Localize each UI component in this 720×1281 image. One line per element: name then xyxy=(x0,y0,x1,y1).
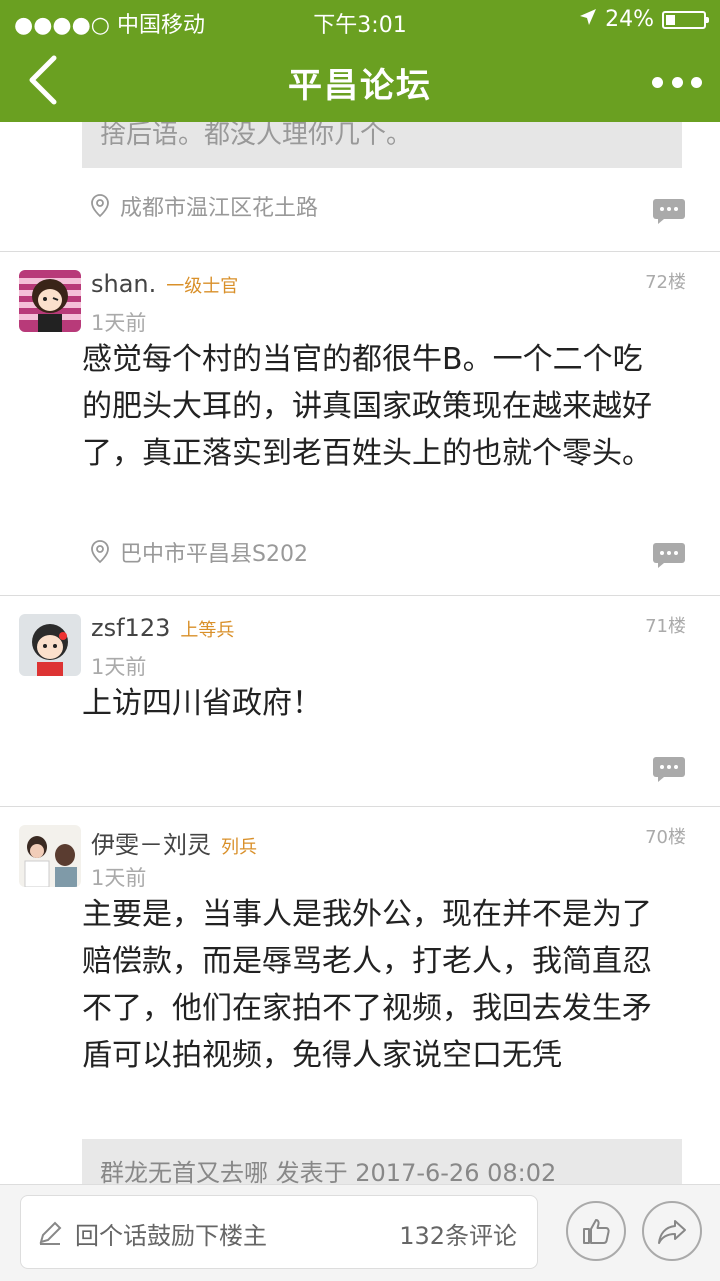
location-pin-icon xyxy=(91,194,109,218)
location-text: 巴中市平昌县S202 xyxy=(120,542,308,567)
username-text: 伊雯－刘灵 xyxy=(91,831,211,859)
more-menu-button[interactable] xyxy=(652,64,702,100)
rank-badge: 列兵 xyxy=(221,837,257,858)
bottom-bar: 回个话鼓励下楼主 132条评论 xyxy=(0,1184,720,1281)
post-time: 1天前 xyxy=(91,311,147,335)
comment-icon[interactable] xyxy=(652,756,686,782)
quoted-reply: 群龙无首又去哪 发表于 2017-6-26 08:02 xyxy=(82,1139,682,1184)
post-text: 上访四川省政府！ xyxy=(82,686,322,721)
post-location: 巴中市平昌县S202 xyxy=(90,536,308,568)
location-text: 成都市温江区花土路 xyxy=(120,196,319,221)
location-pin-icon xyxy=(91,540,109,564)
floor-number: 72楼 xyxy=(645,272,686,293)
page-title: 平昌论坛 xyxy=(288,66,432,106)
thumbs-up-icon xyxy=(583,1219,610,1244)
comment-icon[interactable] xyxy=(652,542,686,568)
more-dot-icon xyxy=(671,76,683,88)
status-right: 24% xyxy=(579,7,709,32)
share-button[interactable] xyxy=(642,1201,702,1261)
post-floor-71: zsf123 上等兵 1天前 71楼 上访四川省政府！ xyxy=(0,596,720,806)
avatar[interactable] xyxy=(19,614,81,676)
nav-bar: 平昌论坛 xyxy=(0,40,720,122)
post-location: 成都市温江区花土路 xyxy=(90,190,318,222)
floor-number: 71楼 xyxy=(645,616,686,637)
pencil-icon xyxy=(39,1221,62,1245)
app-header: ●●●●○ 中国移动 下午3:01 24% 平昌论坛 xyxy=(0,0,720,122)
location-arrow-icon xyxy=(579,7,597,32)
more-dot-icon xyxy=(652,76,663,88)
floor-number: 70楼 xyxy=(645,827,686,848)
username-text: shan. xyxy=(91,270,157,298)
rank-badge: 一级士官 xyxy=(166,276,239,297)
battery-fill xyxy=(666,14,675,25)
post-time: 1天前 xyxy=(91,655,147,679)
post-floor-70: 伊雯－刘灵 列兵 1天前 70楼 主要是，当事人是我外公，现在并不是为了赔偿款，而… xyxy=(0,807,720,1184)
comment-icon[interactable] xyxy=(652,198,686,224)
more-dot-icon xyxy=(691,76,702,88)
username-text: zsf123 xyxy=(91,614,171,642)
battery-icon xyxy=(662,10,709,29)
reply-placeholder: 回个话鼓励下楼主 xyxy=(75,1222,267,1250)
post-time: 1天前 xyxy=(91,866,147,890)
quoted-reply: 捨后语。都没人理你几个。 xyxy=(82,122,682,168)
post-text: 主要是，当事人是我外公，现在并不是为了赔偿款，而是辱骂老人，打老人，我简直忍不了… xyxy=(82,897,652,1073)
battery-percent: 24% xyxy=(605,7,654,32)
post-username[interactable]: zsf123 上等兵 xyxy=(91,614,234,642)
comment-count[interactable]: 132条评论 xyxy=(399,1216,517,1251)
reply-input[interactable]: 回个话鼓励下楼主 132条评论 xyxy=(20,1195,538,1269)
avatar[interactable] xyxy=(19,270,81,332)
like-button[interactable] xyxy=(566,1201,626,1261)
thread-content[interactable]: 捨后语。都没人理你几个。 成都市温江区花土路 shan. 一级士官 1天前 72楼… xyxy=(0,122,720,1184)
rank-badge: 上等兵 xyxy=(180,620,235,641)
post-username[interactable]: 伊雯－刘灵 列兵 xyxy=(91,825,257,860)
status-bar: ●●●●○ 中国移动 下午3:01 24% xyxy=(0,0,720,40)
post-floor-72: shan. 一级士官 1天前 72楼 感觉每个村的当官的都很牛B。一个二个吃的肥头… xyxy=(0,252,720,594)
post-username[interactable]: shan. 一级士官 xyxy=(91,270,238,298)
share-arrow-icon xyxy=(658,1220,686,1244)
post-text: 感觉每个村的当官的都很牛B。一个二个吃的肥头大耳的，讲真国家政策现在越来越好了，… xyxy=(82,342,652,471)
avatar[interactable] xyxy=(19,825,81,887)
